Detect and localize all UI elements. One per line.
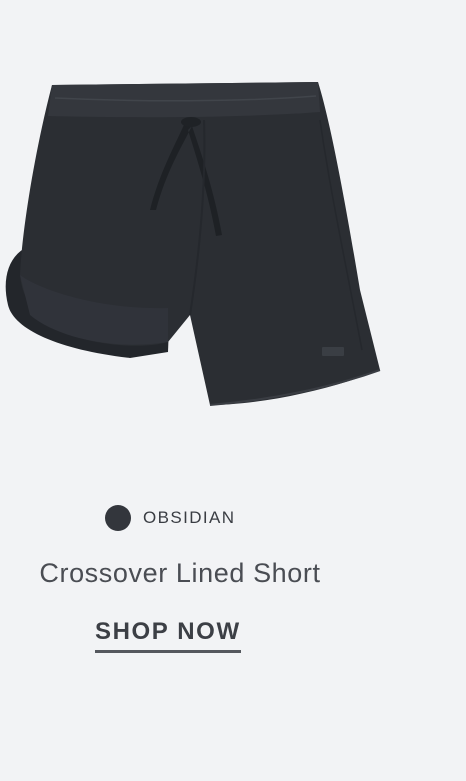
- product-title[interactable]: Crossover Lined Short: [0, 558, 360, 589]
- product-card[interactable]: OBSIDIAN Crossover Lined Short SHOP NOW: [0, 0, 466, 781]
- color-swatch[interactable]: OBSIDIAN: [105, 505, 235, 531]
- color-swatch-row: OBSIDIAN: [0, 505, 466, 531]
- shop-now-button[interactable]: SHOP NOW: [95, 618, 241, 653]
- color-name: OBSIDIAN: [143, 508, 236, 527]
- logo-patch: [322, 347, 344, 356]
- color-swatch-dot[interactable]: [105, 505, 131, 531]
- product-image[interactable]: [0, 60, 400, 420]
